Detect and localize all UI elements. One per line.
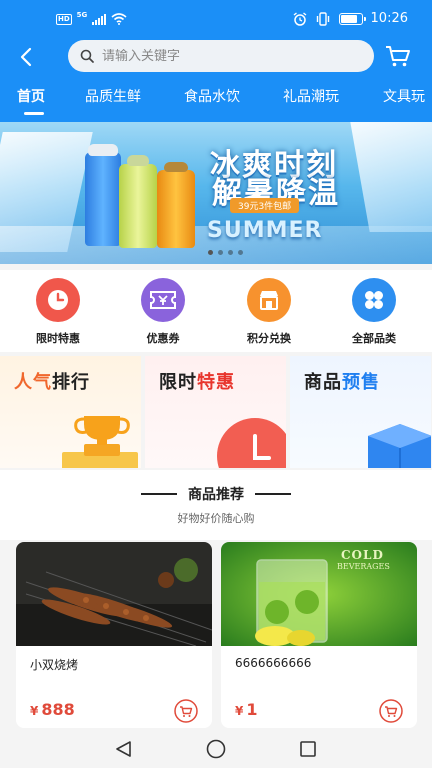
- beverage-label: COLD: [341, 548, 384, 562]
- clock-icon: [36, 278, 80, 322]
- promo-title: 人气排行: [14, 372, 90, 393]
- beverage-label: BEVERAGES: [337, 562, 390, 571]
- product-card[interactable]: COLD BEVERAGES 6666666666 ¥1: [221, 542, 417, 728]
- bottle-orange: [157, 170, 195, 248]
- page-dot[interactable]: [208, 250, 213, 255]
- promo-flash-deals[interactable]: 限时特惠: [145, 356, 286, 468]
- add-to-cart-icon[interactable]: [174, 699, 198, 723]
- search-bar[interactable]: [68, 40, 374, 72]
- nav-back-icon[interactable]: [114, 739, 134, 759]
- page-dot[interactable]: [238, 250, 243, 255]
- promo-presale[interactable]: 商品预售: [290, 356, 431, 468]
- status-bar: HD 5G 10:26: [0, 0, 432, 40]
- clock-icon: [217, 418, 286, 468]
- promo-title: 限时特惠: [159, 372, 235, 393]
- product-price: ¥888: [30, 700, 75, 719]
- recommend-subtitle: 好物好价随心购: [177, 512, 255, 525]
- battery-icon: [338, 12, 366, 25]
- nav-home-icon[interactable]: [205, 738, 227, 760]
- tab-fresh[interactable]: 品质生鲜: [85, 86, 141, 106]
- tab-stationery[interactable]: 文具玩: [383, 86, 425, 106]
- divider: [255, 493, 291, 495]
- trophy-icon: [62, 416, 138, 468]
- quick-entry-coupon[interactable]: 优惠券: [118, 278, 208, 346]
- quick-entry-bar: 限时特惠 优惠券 积分兑换 全部品类: [0, 270, 432, 352]
- bottle-cap: [164, 162, 188, 172]
- signal-icon: [92, 13, 107, 25]
- back-arrow-icon[interactable]: [14, 44, 40, 70]
- add-to-cart-icon[interactable]: [379, 699, 403, 723]
- tab-gifts-toys[interactable]: 礼品潮玩: [283, 86, 339, 106]
- quick-entry-label: 限时特惠: [36, 332, 80, 345]
- cart-icon[interactable]: [384, 43, 412, 69]
- quick-entry-points[interactable]: 积分兑换: [224, 278, 314, 346]
- product-image-beverage: [221, 542, 417, 646]
- bottle-cap: [127, 155, 149, 166]
- product-image-bbq: [16, 542, 212, 646]
- search-input[interactable]: [102, 48, 342, 64]
- promo-popular-ranking[interactable]: 人气排行: [0, 356, 141, 468]
- page-dot[interactable]: [228, 250, 233, 255]
- system-navigation-bar: [0, 728, 432, 768]
- quick-entry-label: 优惠券: [146, 332, 180, 345]
- search-icon: [80, 49, 94, 63]
- network-badge: HD: [56, 13, 72, 25]
- tab-food-drinks[interactable]: 食品水饮: [184, 86, 240, 106]
- quick-entry-all-categories[interactable]: 全部品类: [329, 278, 419, 346]
- banner-caption: SUMMER: [207, 218, 323, 243]
- active-tab-indicator: [24, 112, 44, 115]
- bottle-blue: [85, 152, 121, 246]
- coupon-icon: [141, 278, 185, 322]
- promo-tiles: 人气排行 限时特惠 商品预售: [0, 356, 432, 468]
- ice-decoration: [350, 122, 432, 232]
- recommend-section-header: 商品推荐 好物好价随心购: [0, 470, 432, 540]
- promo-title: 商品预售: [304, 372, 380, 393]
- product-name: 小双烧烤: [30, 658, 79, 672]
- tab-home[interactable]: 首页: [17, 86, 45, 106]
- banner-page-indicator: [208, 250, 243, 255]
- nav-recents-icon[interactable]: [298, 739, 318, 759]
- store-icon: [247, 278, 291, 322]
- recommend-title: 商品推荐: [188, 487, 244, 503]
- grid-icon: [352, 278, 396, 322]
- product-name: 6666666666: [235, 656, 312, 670]
- app-header: HD 5G 10:26 首页 品质生鲜 食品水饮 礼品潮玩 文具玩: [0, 0, 432, 122]
- box-icon: [368, 424, 431, 468]
- wifi-icon: [111, 13, 127, 25]
- quick-entry-flash-sale[interactable]: 限时特惠: [13, 278, 103, 346]
- status-time: 10:26: [370, 11, 408, 26]
- category-tabs: 首页 品质生鲜 食品水饮 礼品潮玩 文具玩: [0, 84, 432, 122]
- page-dot[interactable]: [218, 250, 223, 255]
- bottle-lime: [119, 164, 157, 248]
- product-card[interactable]: 小双烧烤 ¥888: [16, 542, 212, 728]
- quick-entry-label: 全部品类: [352, 332, 396, 345]
- signal-label: 5G: [76, 11, 88, 19]
- vibrate-icon: [316, 11, 329, 26]
- bottle-cap: [88, 144, 118, 156]
- alarm-icon: [293, 11, 306, 26]
- quick-entry-label: 积分兑换: [247, 332, 291, 345]
- product-price: ¥1: [235, 700, 258, 719]
- banner-tag: 39元3件包邮: [230, 198, 300, 213]
